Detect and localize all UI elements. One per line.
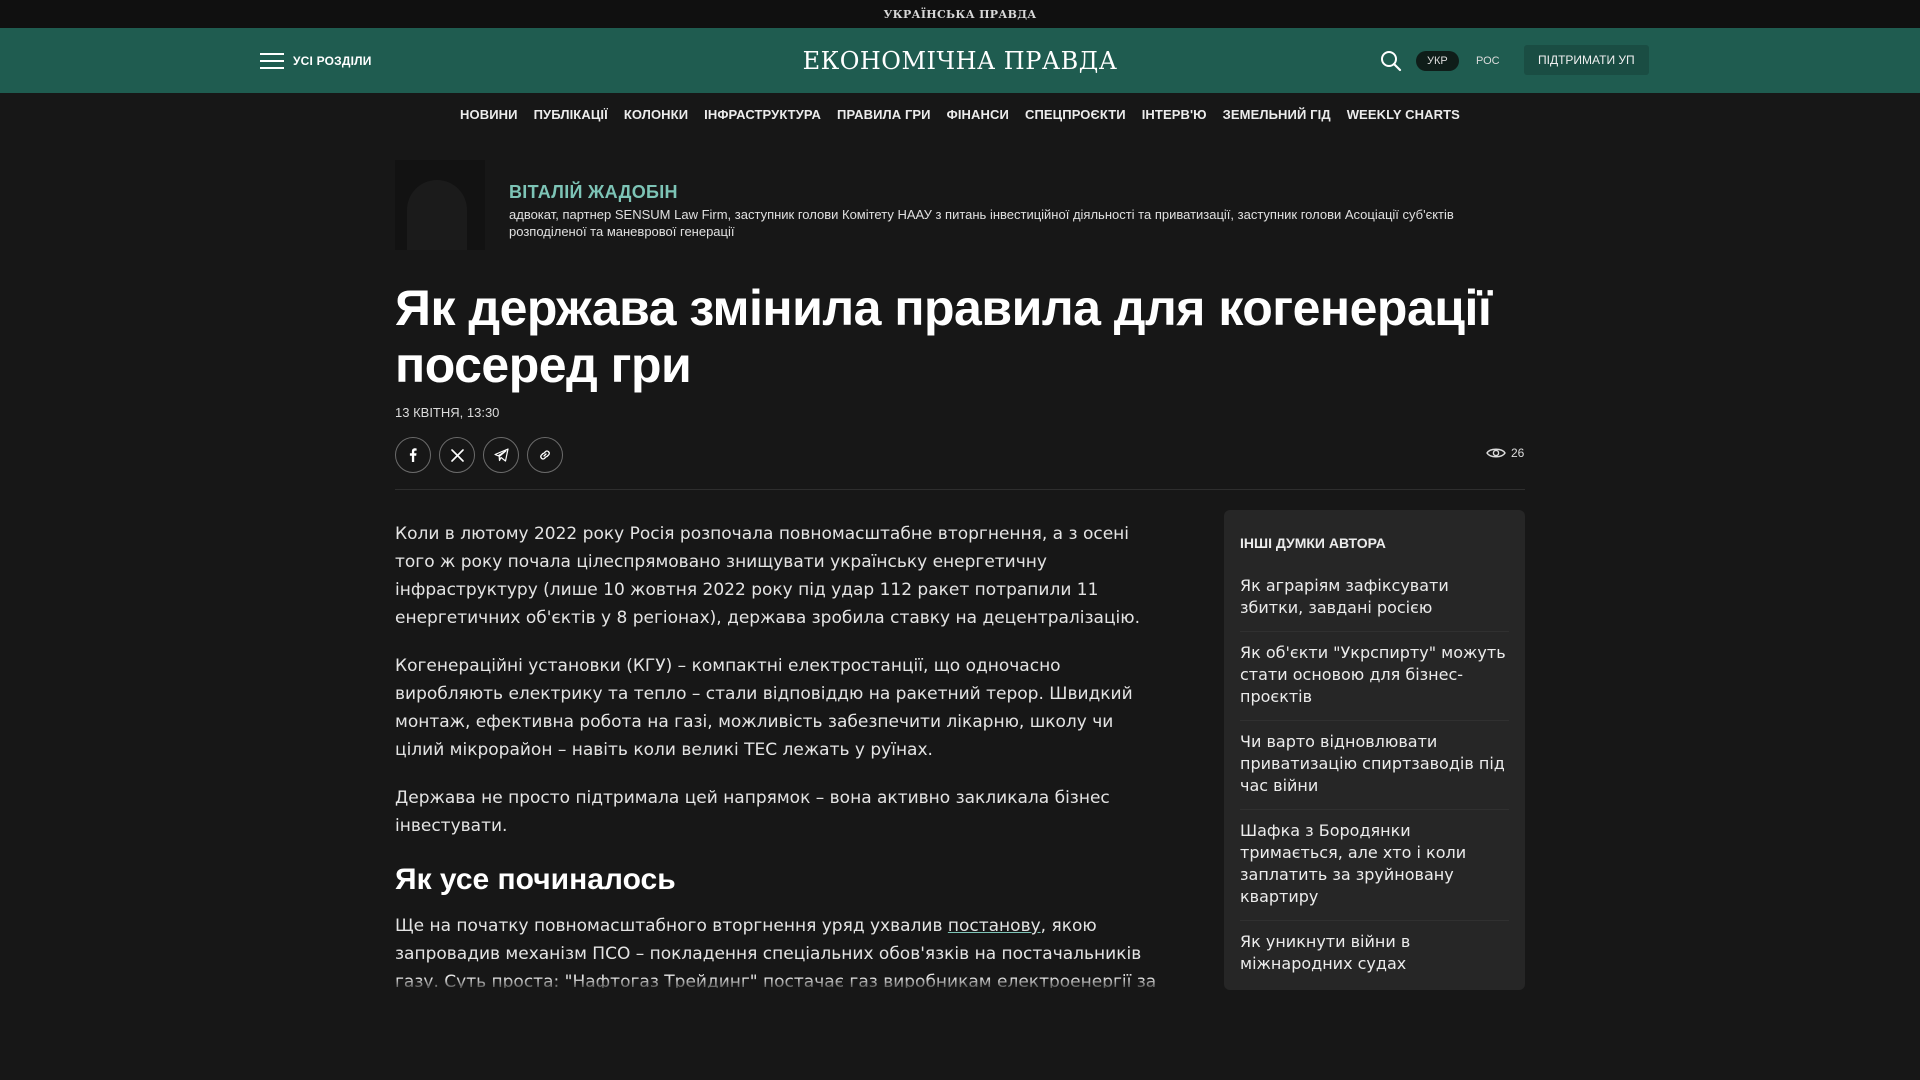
nav-item-publications[interactable]: ПУБЛІКАЦІЇ (534, 107, 608, 122)
hamburger-icon (260, 52, 284, 69)
nav-item-special-projects[interactable]: СПЕЦПРОЄКТИ (1025, 107, 1126, 122)
related-article-link[interactable]: Чи варто відновлювати приватизацію спирт… (1240, 721, 1509, 810)
article-fade (395, 978, 1160, 992)
article-date: 13 КВІТНЯ, 13:30 (395, 405, 500, 420)
divider (395, 489, 1525, 490)
share-x-button[interactable] (439, 437, 475, 473)
article-paragraph: Коли в лютому 2022 року Росія розпочала … (395, 524, 1140, 628)
article-paragraph: Когенераційні установки (КГУ) – компактн… (395, 656, 1133, 760)
nav-item-columns[interactable]: КОЛОНКИ (624, 107, 688, 122)
view-count-value: 26 (1511, 446, 1525, 460)
related-article-link[interactable]: Шафка з Бородянки тримається, але хто і … (1240, 810, 1509, 921)
section-nav: НОВИНИ ПУБЛІКАЦІЇ КОЛОНКИ ІНФРАСТРУКТУРА… (0, 93, 1920, 135)
author-description: адвокат, партнер SENSUM Law Firm, заступ… (509, 207, 1454, 239)
up-brand-link[interactable]: УКРАЇНСЬКА ПРАВДА (883, 8, 1036, 21)
related-article-link[interactable]: Як об'єкти "Укрспирту" можуть стати осно… (1240, 632, 1509, 721)
x-icon (450, 448, 464, 462)
site-header: УСІ РОЗДІЛИ ЕКОНОМІЧНА ПРАВДА УКР РОС ПІ… (0, 28, 1920, 93)
search-icon[interactable] (1380, 50, 1402, 72)
author-avatar[interactable] (395, 160, 485, 250)
related-article-link[interactable]: Як уникнути війни в міжнародних судах (1240, 921, 1509, 987)
decree-link[interactable]: постанову (948, 916, 1041, 936)
article-text: Ще на початку повномасштабного вторгненн… (395, 916, 948, 936)
share-facebook-button[interactable] (395, 437, 431, 473)
article-body: Коли в лютому 2022 року Росія розпочала … (395, 520, 1160, 988)
author-name[interactable]: ВІТАЛІЙ ЖАДОБІН (509, 182, 678, 203)
all-sections-button[interactable]: УСІ РОЗДІЛИ (260, 28, 372, 93)
all-sections-label: УСІ РОЗДІЛИ (293, 53, 372, 68)
lang-ros-button[interactable]: РОС (1465, 51, 1511, 71)
view-count: 26 (1486, 446, 1524, 460)
nav-item-infrastructure[interactable]: ІНФРАСТРУКТУРА (704, 107, 821, 122)
nav-item-interview[interactable]: ІНТЕРВ'Ю (1142, 107, 1207, 122)
author-block: ВІТАЛІЙ ЖАДОБІН адвокат, партнер SENSUM … (395, 160, 1525, 250)
nav-item-finance[interactable]: ФІНАНСИ (947, 107, 1009, 122)
article-subheading: Як усе починалось (395, 863, 676, 896)
telegram-icon (493, 448, 509, 462)
top-strip: УКРАЇНСЬКА ПРАВДА (0, 0, 1920, 28)
article-paragraph: Держава не просто підтримала цей напрямо… (395, 788, 1110, 836)
support-button[interactable]: ПІДТРИМАТИ УП (1524, 45, 1649, 75)
site-logo[interactable]: ЕКОНОМІЧНА ПРАВДА (760, 28, 1160, 93)
nav-item-news[interactable]: НОВИНИ (460, 107, 518, 122)
author-other-opinions: ІНШІ ДУМКИ АВТОРА Як аграріям зафіксуват… (1224, 510, 1525, 990)
lang-ukr-button[interactable]: УКР (1416, 51, 1459, 71)
nav-item-weekly-charts[interactable]: WEEKLY CHARTS (1347, 107, 1460, 122)
nav-item-land-guide[interactable]: ЗЕМЕЛЬНИЙ ГІД (1223, 107, 1331, 122)
article-paragraph: Ще на початку повномасштабного вторгненн… (395, 912, 1160, 988)
copy-link-icon (540, 450, 550, 460)
nav-item-rules[interactable]: ПРАВИЛА ГРИ (837, 107, 931, 122)
eye-icon (1486, 448, 1506, 458)
related-article-link[interactable]: Як аграріям зафіксувати збитки, завдані … (1240, 565, 1509, 632)
sidebar-title: ІНШІ ДУМКИ АВТОРА (1240, 535, 1386, 551)
article-title: Як держава змінила правила для когенерац… (395, 280, 1492, 393)
share-telegram-button[interactable] (483, 437, 519, 473)
facebook-icon (409, 448, 417, 462)
copy-link-button[interactable] (527, 437, 563, 473)
